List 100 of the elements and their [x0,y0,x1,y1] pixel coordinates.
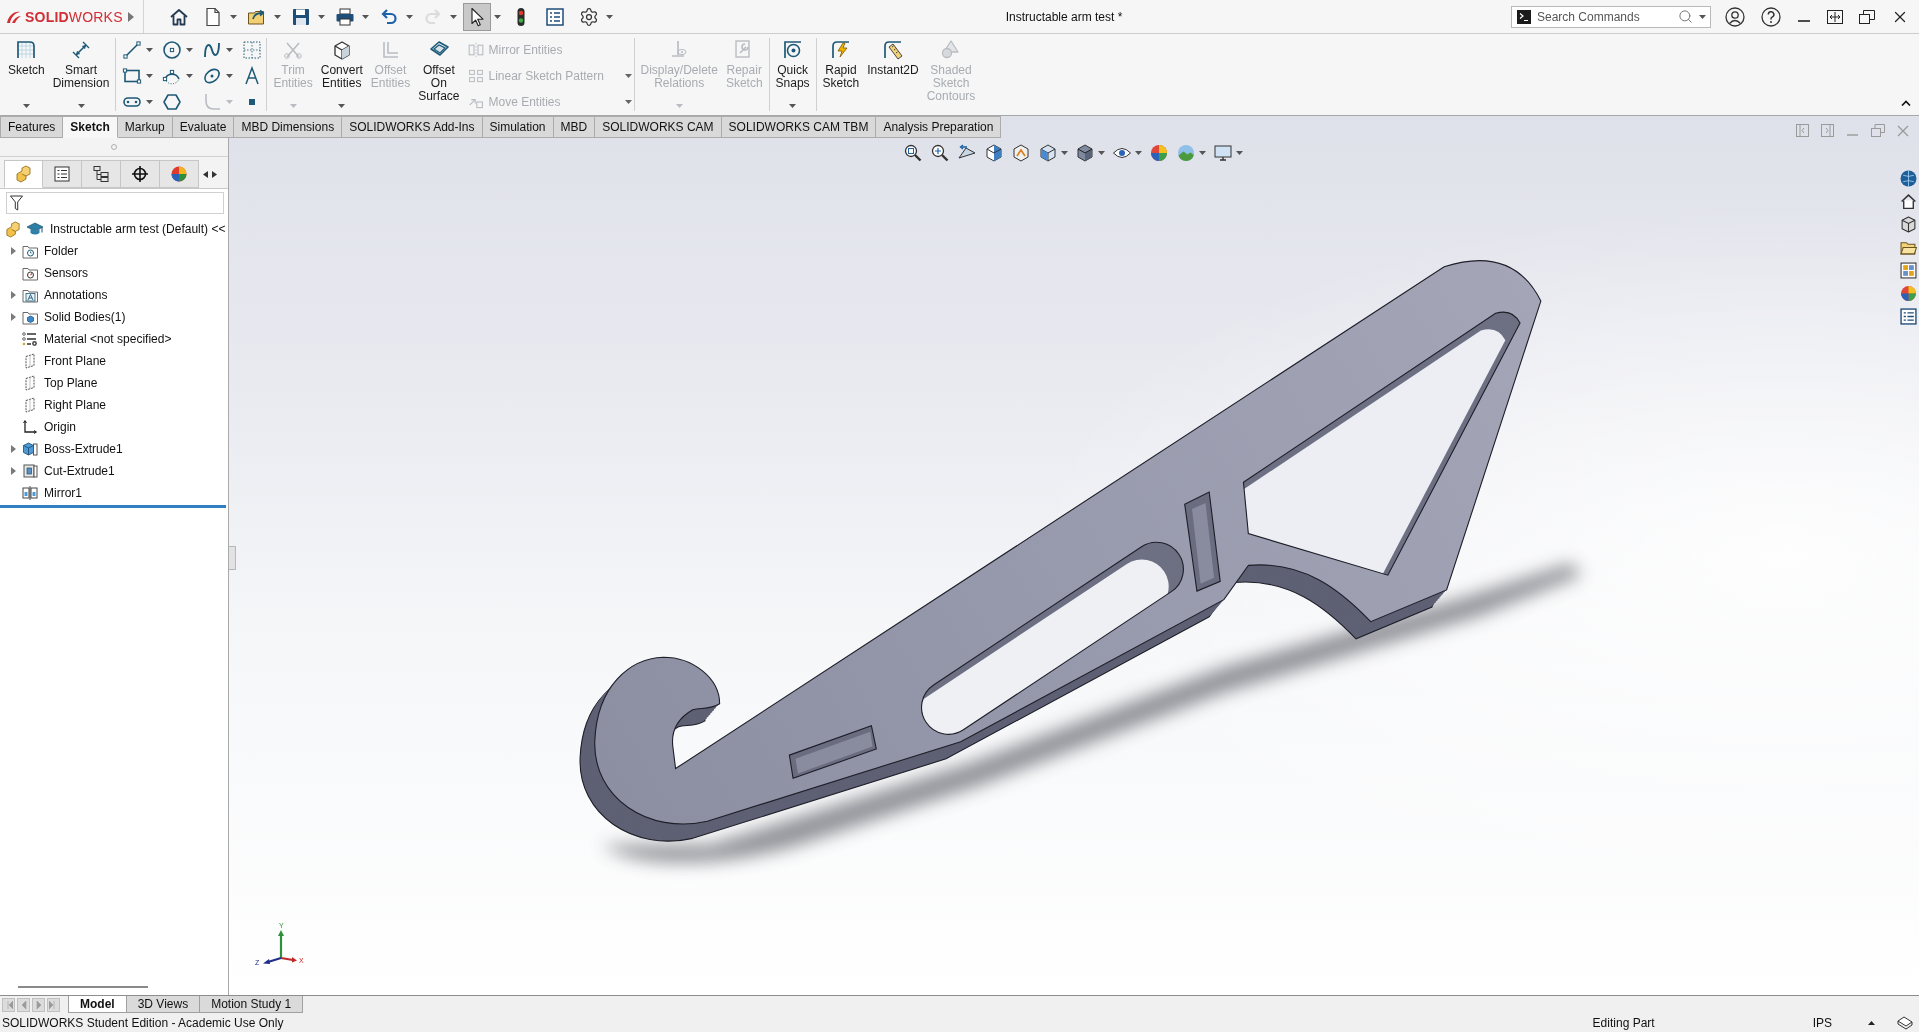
caret-down-icon[interactable] [406,14,413,19]
spline-icon[interactable] [202,40,223,60]
tree-item[interactable]: Boss-Extrude1 [44,442,123,456]
command-tab[interactable]: Analysis Preparation [876,116,1002,138]
open-folder-icon[interactable] [1900,239,1917,256]
command-tab[interactable]: MBD [553,116,596,138]
horizontal-scrollbar[interactable] [18,986,148,988]
cube-chevron-icon[interactable] [1011,143,1031,163]
caret-down-icon[interactable] [1199,151,1206,155]
color-sphere-icon[interactable] [1149,143,1169,163]
scroll-right-icon[interactable] [212,170,217,178]
tile-right-icon[interactable] [1821,124,1834,137]
caret-down-icon[interactable] [318,14,325,19]
command-button[interactable]: Quick Snaps [771,34,814,115]
hexagon-icon[interactable] [162,92,183,112]
caret-down-icon[interactable] [1061,151,1068,155]
tree-root-item[interactable]: Instructable arm test (Default) << [50,222,226,236]
command-button[interactable]: Offset On Surface [414,34,464,115]
command-button[interactable]: Convert Entities [316,34,367,115]
caret-right-icon[interactable] [128,11,134,22]
tree-item[interactable]: Material <not specified> [44,332,172,346]
color-grid-icon[interactable] [1900,262,1917,279]
restore-icon[interactable] [1859,9,1875,24]
caret-down-icon[interactable] [77,104,85,108]
caret-down-icon[interactable] [146,74,154,78]
splitter-handle-icon[interactable] [111,144,117,150]
tree-item[interactable]: Solid Bodies(1) [44,310,126,324]
caret-up-icon[interactable] [1868,1020,1875,1025]
command-tab[interactable]: Markup [117,116,173,138]
dotted-grid-icon[interactable] [242,40,263,60]
command-button[interactable]: Instant2D [863,34,923,115]
color-sphere-icon[interactable] [1900,285,1917,302]
expand-arrow-icon[interactable] [10,247,16,255]
command-tab[interactable]: Evaluate [172,116,235,138]
caret-down-icon[interactable] [274,14,281,19]
tree-item[interactable]: Origin [44,420,76,434]
tree-item[interactable]: Annotations [44,288,108,302]
list-icon[interactable] [1900,308,1917,325]
caret-down-icon[interactable] [606,14,613,19]
caret-down-icon[interactable] [226,48,234,52]
units-selector[interactable]: IPS [1812,1015,1832,1030]
command-button[interactable]: Sketch [4,34,49,115]
zoom-in-icon[interactable] [930,143,950,163]
circle-icon[interactable] [162,40,183,60]
tree-item[interactable]: Folder [44,244,78,258]
caret-down-icon[interactable] [186,48,194,52]
caret-down-icon[interactable] [22,104,30,108]
tree-item[interactable]: Cut-Extrude1 [44,464,115,478]
tree-item[interactable]: Top Plane [44,376,98,390]
caret-down-icon[interactable] [146,100,154,104]
tile-left-icon[interactable] [1796,124,1809,137]
filter-field[interactable] [6,192,224,214]
help-icon[interactable] [1761,6,1781,27]
tree-item[interactable]: Mirror1 [44,486,82,500]
command-tab[interactable]: MBD Dimensions [234,116,343,138]
line-icon[interactable] [122,40,143,60]
command-tab[interactable]: Features [0,116,64,138]
caret-down-icon[interactable] [494,14,501,19]
search-field[interactable]: Search Commands [1537,7,1672,26]
caret-down-icon[interactable] [789,104,797,108]
caret-down-icon[interactable] [1098,151,1105,155]
view-tab[interactable]: 3D Views [126,996,201,1013]
box-icon[interactable] [1900,216,1917,233]
command-tab[interactable]: SOLIDWORKS CAM [595,116,722,138]
user-account-icon[interactable] [1725,6,1745,27]
expand-arrow-icon[interactable] [10,445,16,453]
ellipse-icon[interactable] [202,66,223,86]
expand-arrow-icon[interactable] [10,291,16,299]
zoom-fit-icon[interactable] [903,143,923,163]
caret-down-icon[interactable] [1135,151,1142,155]
caret-down-icon[interactable] [338,104,346,108]
expand-arrow-icon[interactable] [10,313,16,321]
command-tab[interactable]: Simulation [482,116,554,138]
command-button[interactable]: Smart Dimension [48,34,114,115]
tree-item[interactable]: Front Plane [44,354,107,368]
tree-item[interactable]: Right Plane [44,398,107,412]
view-tab[interactable]: Motion Study 1 [200,996,304,1013]
view-tab[interactable]: Model [68,996,127,1013]
command-tab[interactable]: Sketch [63,116,118,138]
tree-item[interactable]: Sensors [44,266,89,280]
half-cube-icon[interactable] [984,143,1004,163]
home-icon[interactable] [1900,193,1917,210]
caret-down-icon[interactable] [146,48,154,52]
caret-down-icon[interactable] [186,74,194,78]
landscape-sphere-icon[interactable] [1176,143,1196,163]
panel-collapse-handle[interactable] [229,546,236,570]
caret-down-icon[interactable] [226,74,234,78]
search-icon[interactable] [1678,9,1693,24]
expand-arrow-icon[interactable] [10,467,16,475]
command-tab[interactable]: SOLIDWORKS Add-Ins [342,116,483,138]
search-box[interactable]: Search Commands [1511,5,1711,28]
tile-windows-icon[interactable] [1827,9,1843,24]
command-button[interactable]: Rapid Sketch [818,34,864,115]
monitor-icon[interactable] [1213,143,1233,163]
command-tab[interactable]: SOLIDWORKS CAM TBM [721,116,877,138]
caret-down-icon[interactable] [1699,14,1706,19]
caret-up-icon[interactable] [1901,100,1911,106]
scroll-left-icon[interactable] [203,170,208,178]
rectangle-icon[interactable] [122,66,143,86]
cube-icon[interactable] [1038,143,1058,163]
